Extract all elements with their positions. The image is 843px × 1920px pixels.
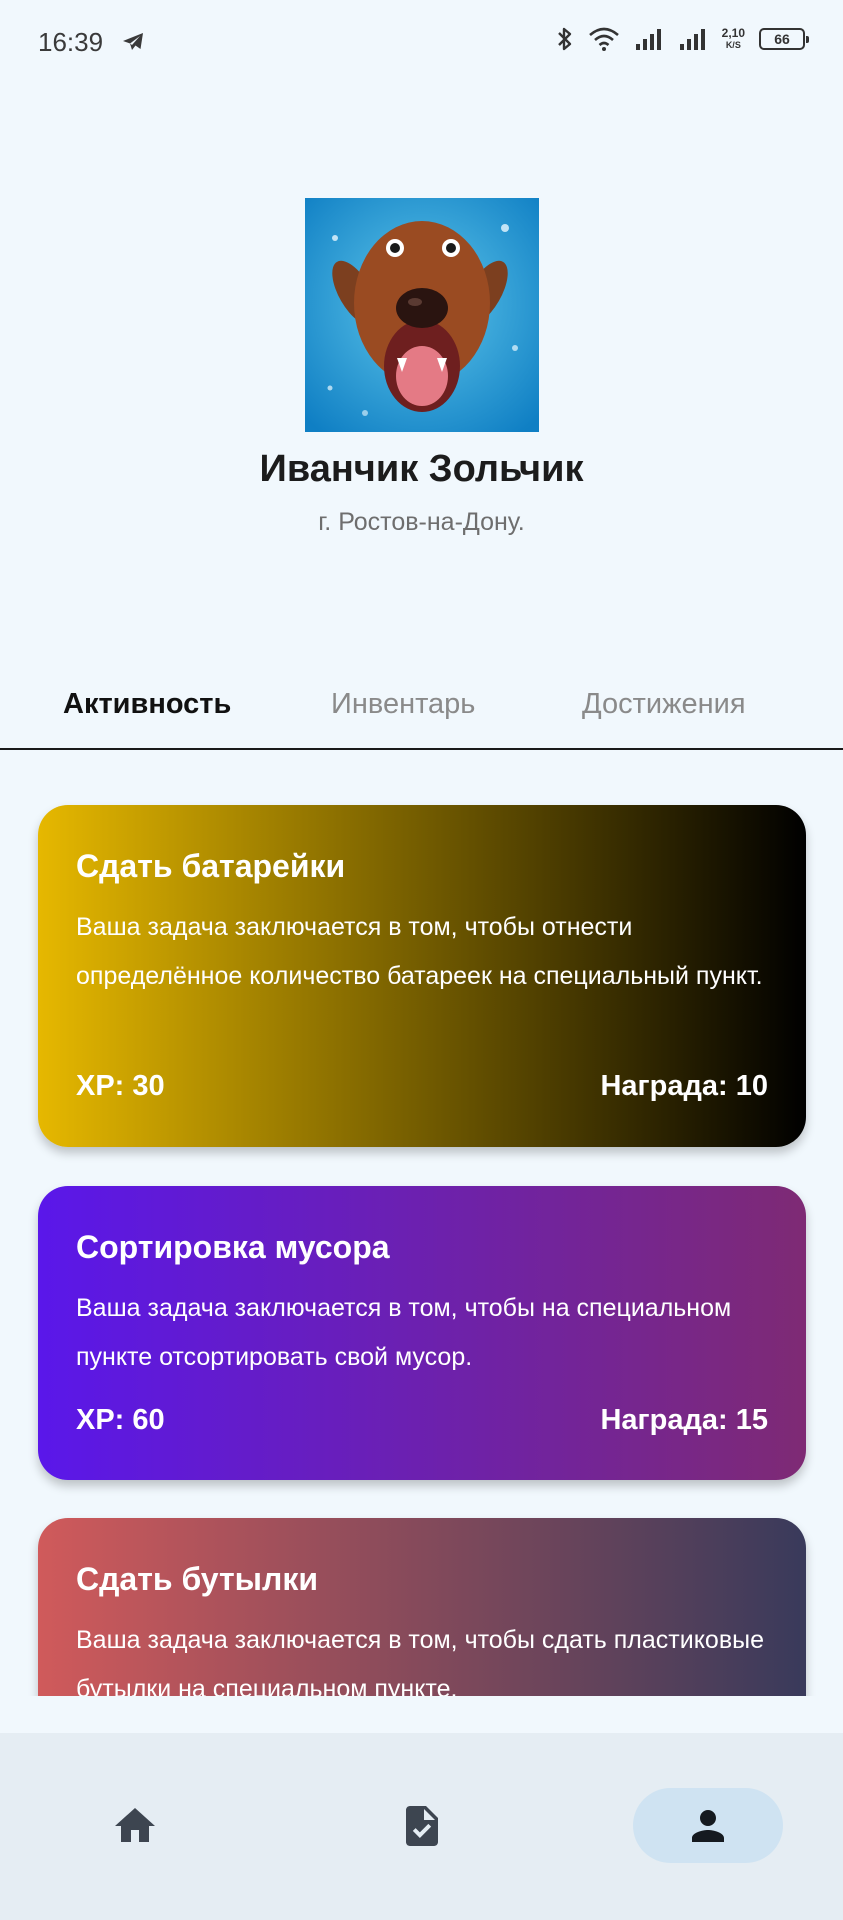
profile-tabs: Активность Инвентарь Достижения bbox=[0, 680, 843, 750]
profile-city: г. Ростов-на-Дону. bbox=[318, 508, 525, 536]
signal-icon bbox=[635, 29, 661, 50]
avatar bbox=[305, 198, 539, 432]
status-bar: 16:39 2,10 K/S 66 bbox=[0, 0, 843, 86]
tab-activity[interactable]: Активность bbox=[63, 688, 231, 721]
status-indicators: 2,10 K/S 66 bbox=[556, 26, 809, 52]
bluetooth-icon bbox=[557, 27, 571, 51]
network-speed-value: 2,10 bbox=[721, 26, 745, 40]
nav-tasks-button[interactable] bbox=[347, 1788, 497, 1863]
task-xp: XP: 30 bbox=[76, 1070, 165, 1102]
task-description: Ваша задача заключается в том, чтобы на … bbox=[76, 1294, 732, 1371]
task-card-sorting[interactable]: Сортировка мусора Ваша задача заключаетс… bbox=[38, 1186, 806, 1480]
profile-name: Иванчик Зольчик bbox=[259, 448, 584, 490]
task-description: Ваша задача заключается в том, чтобы сда… bbox=[76, 1626, 764, 1696]
battery-level: 66 bbox=[774, 31, 790, 47]
status-time: 16:39 bbox=[38, 27, 104, 57]
telegram-icon bbox=[123, 33, 143, 50]
signal-icon-2 bbox=[679, 29, 705, 50]
person-icon bbox=[692, 1809, 724, 1842]
task-title: Сдать батарейки bbox=[76, 848, 346, 884]
task-card-bottles[interactable]: Сдать бутылки Ваша задача заключается в … bbox=[38, 1518, 806, 1696]
tab-achievements[interactable]: Достижения bbox=[582, 688, 746, 721]
task-card-batteries[interactable]: Сдать батарейки Ваша задача заключается … bbox=[38, 805, 806, 1147]
tab-inventory[interactable]: Инвентарь bbox=[331, 688, 475, 721]
task-reward: Награда: 10 bbox=[600, 1070, 768, 1102]
nav-profile-button[interactable] bbox=[633, 1788, 783, 1863]
task-document-icon bbox=[406, 1805, 438, 1846]
battery-icon: 66 bbox=[759, 28, 809, 50]
task-reward: Награда: 15 bbox=[600, 1404, 768, 1436]
wifi-icon bbox=[588, 27, 619, 51]
task-description: Ваша задача заключается в том, чтобы отн… bbox=[76, 913, 763, 990]
task-title: Сортировка мусора bbox=[76, 1229, 390, 1265]
task-title: Сдать бутылки bbox=[76, 1561, 318, 1597]
task-xp: XP: 60 bbox=[76, 1404, 165, 1436]
home-icon bbox=[115, 1807, 155, 1842]
bottom-navigation bbox=[0, 1733, 843, 1920]
task-list[interactable]: Сдать батарейки Ваша задача заключается … bbox=[0, 750, 843, 1696]
network-speed-unit: K/S bbox=[725, 40, 741, 50]
network-speed: 2,10 K/S bbox=[722, 27, 745, 51]
nav-home-button[interactable] bbox=[60, 1788, 210, 1863]
